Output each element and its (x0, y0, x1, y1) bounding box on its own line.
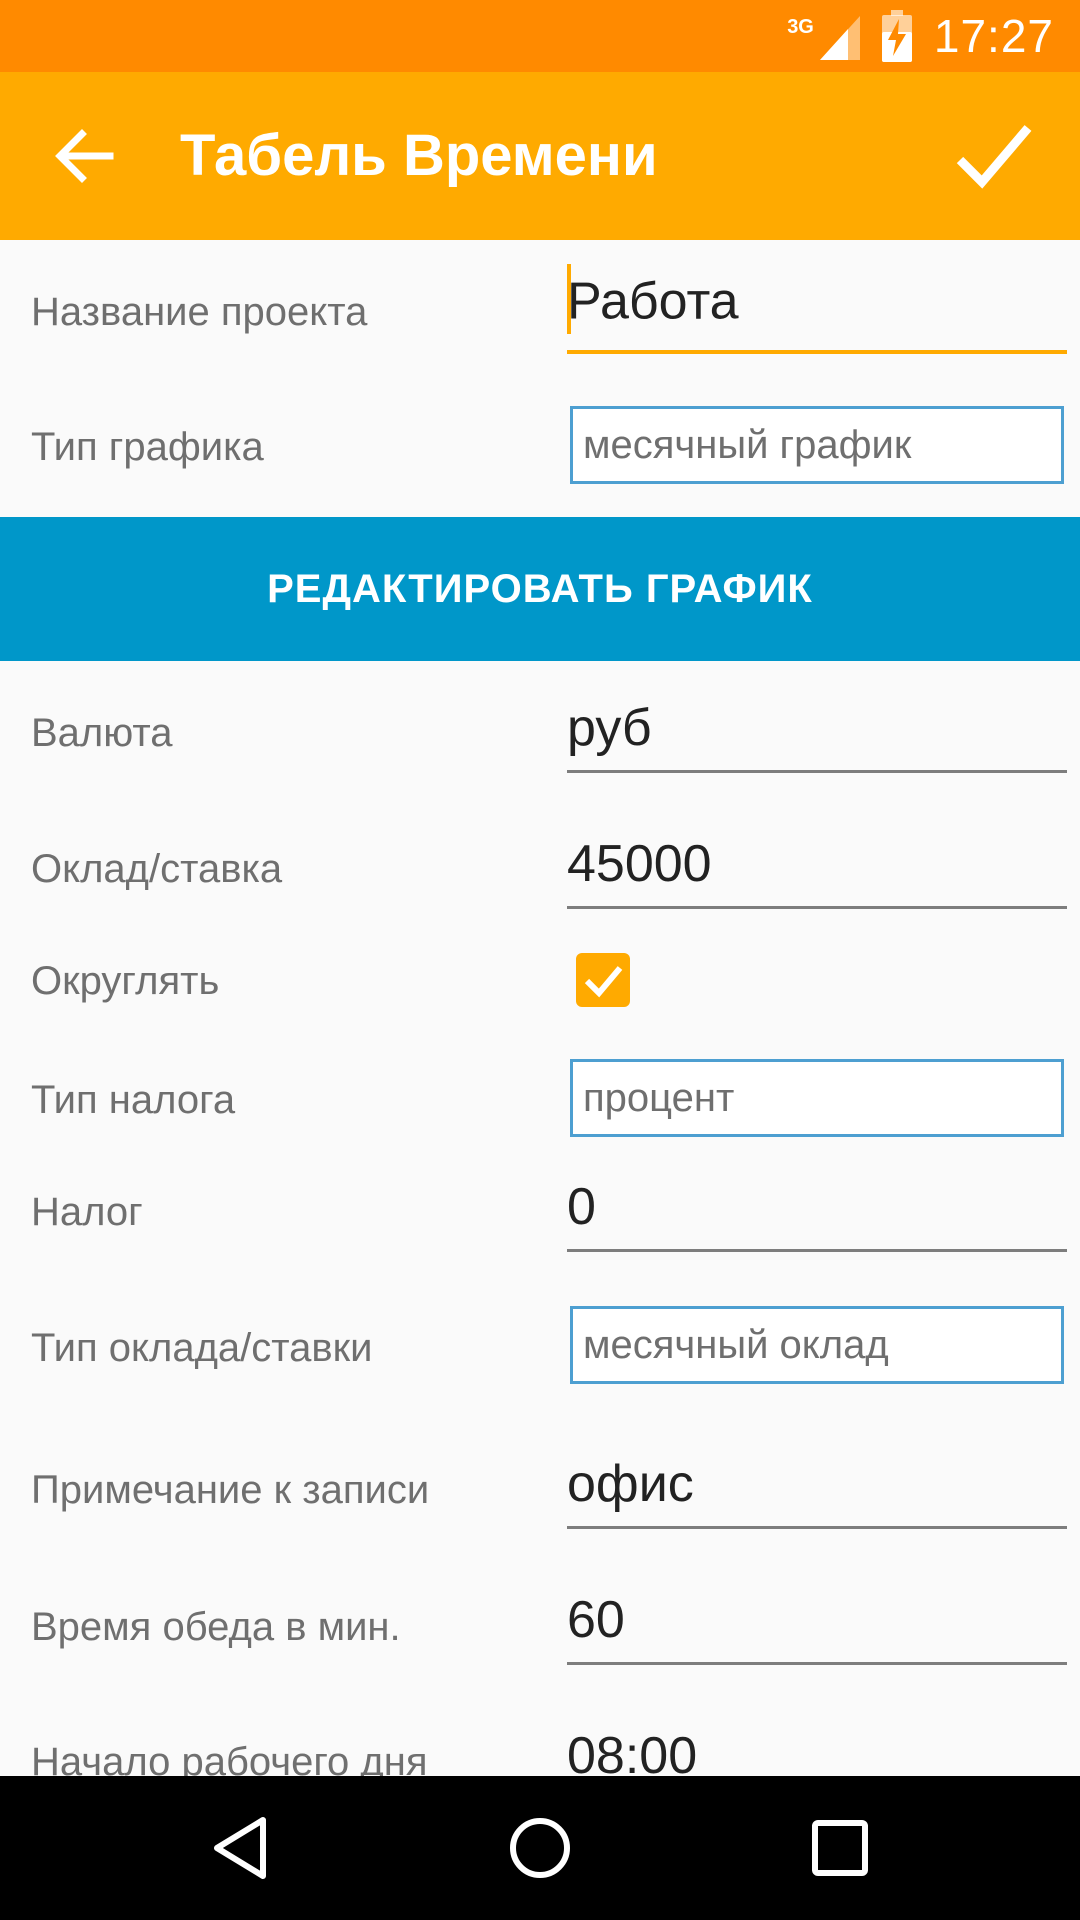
page-title: Табель Времени (180, 123, 658, 188)
nav-back-icon[interactable] (205, 1812, 277, 1884)
checkmark-icon (584, 966, 623, 998)
schedule-type-label: Тип графика (31, 425, 264, 469)
project-name-input[interactable]: Работа (567, 264, 1067, 354)
tax-type-spinner[interactable]: процент (570, 1059, 1064, 1137)
round-checkbox[interactable] (576, 953, 630, 1007)
note-input[interactable]: офис (567, 1454, 1067, 1529)
currency-input[interactable]: руб (567, 698, 1067, 773)
lunch-time-label: Время обеда в мин. (31, 1605, 401, 1649)
salary-label: Оклад/ставка (31, 847, 283, 891)
signal-icon (819, 16, 860, 60)
status-bar: 3G 17:27 (0, 0, 1080, 72)
text-caret (567, 264, 571, 334)
app-bar: Табель Времени (0, 72, 1080, 240)
salary-type-label: Тип оклада/ставки (31, 1326, 373, 1370)
navigation-bar (0, 1776, 1080, 1920)
check-icon[interactable] (956, 122, 1032, 192)
nav-home-icon[interactable] (504, 1812, 576, 1884)
clock: 17:27 (933, 10, 1054, 62)
battery-charging-icon (881, 10, 912, 62)
nav-recents-icon[interactable] (804, 1812, 876, 1884)
schedule-type-spinner[interactable]: месячный график (570, 406, 1064, 484)
round-label: Округлять (31, 959, 220, 1003)
back-arrow-icon[interactable] (52, 124, 116, 188)
salary-type-spinner[interactable]: месячный оклад (570, 1306, 1064, 1384)
tax-label: Налог (31, 1190, 143, 1234)
salary-input[interactable]: 45000 (567, 834, 1067, 909)
edit-schedule-button[interactable]: РЕДАКТИРОВАТЬ ГРАФИК (0, 517, 1080, 661)
lunch-time-input[interactable]: 60 (567, 1590, 1067, 1665)
project-name-label: Название проекта (31, 290, 368, 334)
tax-type-label: Тип налога (31, 1078, 236, 1122)
project-name-value: Работа (567, 272, 739, 331)
network-type: 3G (787, 16, 814, 38)
network-indicator: 3G (787, 12, 860, 60)
tax-input[interactable]: 0 (567, 1177, 1067, 1252)
currency-label: Валюта (31, 711, 173, 755)
note-label: Примечание к записи (31, 1468, 430, 1512)
